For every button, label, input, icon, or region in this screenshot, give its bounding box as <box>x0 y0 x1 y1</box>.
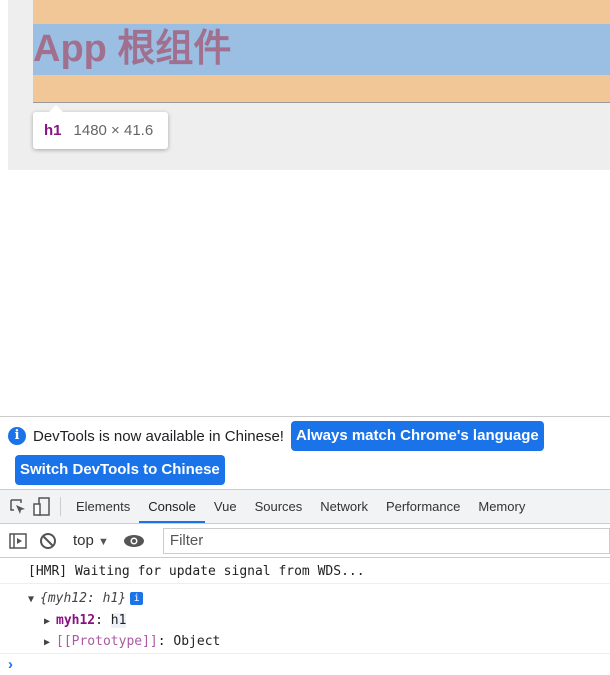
property-key: myh12 <box>56 613 96 628</box>
object-property[interactable]: ▶ myh12: h1 <box>0 611 610 632</box>
console-message-hmr: [HMR] Waiting for update signal from WDS… <box>0 558 610 584</box>
switch-language-button[interactable]: Switch DevTools to Chinese <box>15 455 225 485</box>
prototype-value: Object <box>173 634 221 649</box>
language-infobar: i DevTools is now available in Chinese! … <box>0 417 610 490</box>
collapsed-triangle-icon[interactable]: ▶ <box>44 633 56 653</box>
info-badge-icon: i <box>130 592 144 605</box>
context-selector[interactable]: top ▼ <box>73 532 109 549</box>
infobar-text: DevTools is now available in Chinese! <box>33 427 284 445</box>
console-toolbar: top ▼ Filter <box>0 524 610 558</box>
divider <box>33 102 610 103</box>
separator <box>60 497 61 516</box>
tab-memory[interactable]: Memory <box>469 490 534 523</box>
expand-triangle-icon[interactable]: ▼ <box>28 589 40 611</box>
inspect-element-icon[interactable] <box>6 490 30 523</box>
inspect-tooltip: h1 1480 × 41.6 <box>33 105 168 149</box>
prototype-key: [[Prototype]] <box>56 634 158 649</box>
device-toolbar-icon[interactable] <box>30 490 54 523</box>
clear-console-icon[interactable] <box>36 532 60 550</box>
property-value: h1 <box>110 613 127 628</box>
filter-input[interactable]: Filter <box>162 527 610 554</box>
always-match-language-button[interactable]: Always match Chrome's language <box>290 421 544 451</box>
object-preview: {myh12: h1} <box>40 591 127 606</box>
info-icon: i <box>8 427 26 445</box>
devtools-tabs: Elements Console Vue Sources Network Per… <box>0 490 610 524</box>
object-prototype[interactable]: ▶ [[Prototype]]: Object <box>0 632 610 654</box>
console-prompt[interactable]: › <box>0 654 610 675</box>
tab-elements[interactable]: Elements <box>67 490 139 523</box>
chevron-down-icon: ▼ <box>98 536 109 548</box>
show-sidebar-icon[interactable] <box>6 532 30 550</box>
tab-vue[interactable]: Vue <box>205 490 246 523</box>
tab-network[interactable]: Network <box>311 490 377 523</box>
console-object-summary[interactable]: ▼ {myh12: h1} i <box>0 588 610 611</box>
collapsed-triangle-icon[interactable]: ▶ <box>44 612 56 632</box>
live-expression-eye-icon[interactable] <box>122 534 146 548</box>
page-heading: App 根组件 <box>33 24 610 75</box>
devtools-panel: i DevTools is now available in Chinese! … <box>0 416 610 675</box>
tab-console[interactable]: Console <box>139 490 205 523</box>
context-value: top <box>73 532 94 549</box>
tooltip-size: 1480 × 41.6 <box>73 122 154 139</box>
tab-sources[interactable]: Sources <box>246 490 312 523</box>
tooltip-tag: h1 <box>44 122 62 139</box>
tab-performance[interactable]: Performance <box>377 490 469 523</box>
